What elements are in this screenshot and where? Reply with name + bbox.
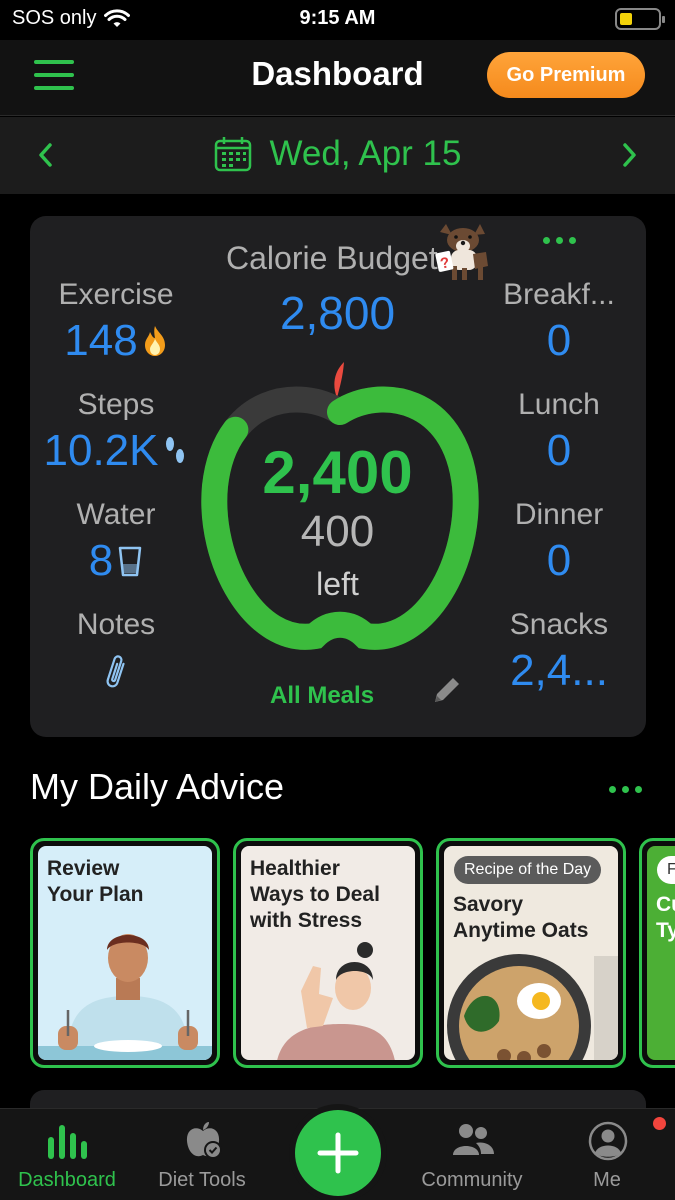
notes-label: Notes <box>76 608 156 641</box>
notification-dot <box>653 1117 666 1130</box>
people-icon <box>453 1124 494 1155</box>
calories-left-label: left <box>316 566 359 602</box>
date-navigator: Wed, Apr 15 <box>0 117 675 194</box>
dog-mascot-icon[interactable]: ? <box>432 222 492 284</box>
breakfast-stat[interactable]: Breakf... 0 <box>486 278 632 366</box>
advice-card-text: Review Your Plan <box>47 857 144 906</box>
advice-card-stress[interactable]: Healthier Ways to Deal with Stress <box>233 838 423 1068</box>
calorie-summary-card: Exercise 148 Steps 10.2K Water 8 Notes C… <box>30 216 646 737</box>
exercise-stat[interactable]: Exercise 148 <box>36 278 196 366</box>
pencil-icon[interactable] <box>429 672 465 708</box>
snacks-value: 2,4... <box>510 646 608 695</box>
glass-icon <box>118 546 142 577</box>
breakfast-value: 0 <box>546 316 572 365</box>
all-meals-link[interactable]: All Meals <box>270 682 374 710</box>
advice-card-text: Savory Anytime Oats <box>453 893 589 942</box>
steps-value: 10.2K <box>43 426 159 475</box>
tab-dashboard[interactable]: Dashboard <box>2 1109 132 1200</box>
plus-icon <box>317 1132 359 1174</box>
flame-icon <box>144 326 165 356</box>
lunch-value: 0 <box>546 426 572 475</box>
snacks-stat[interactable]: Snacks 2,4... <box>486 608 632 696</box>
tab-me[interactable]: Me <box>542 1109 672 1200</box>
lunch-label: Lunch <box>518 388 600 421</box>
dinner-stat[interactable]: Dinner 0 <box>486 498 632 586</box>
water-stat[interactable]: Water 8 <box>36 498 196 586</box>
recipe-of-day-badge: Recipe of the Day <box>454 856 602 884</box>
tab-label: Dashboard <box>18 1169 116 1191</box>
tab-diet-tools[interactable]: Diet Tools <box>137 1109 267 1200</box>
add-entry-button[interactable] <box>295 1110 381 1196</box>
chevron-right-icon[interactable] <box>609 135 649 175</box>
oats-bowl-photo <box>447 954 618 1060</box>
advice-card-text: Healthier Ways to Deal with Stress <box>250 857 380 932</box>
snacks-label: Snacks <box>509 608 609 641</box>
daily-advice-title: My Daily Advice <box>30 766 285 807</box>
status-bar: SOS only 9:15 AM <box>0 0 675 40</box>
date-selector[interactable]: Wed, Apr 15 <box>0 134 675 174</box>
notes-stat[interactable]: Notes <box>36 608 196 699</box>
calorie-budget-value[interactable]: 2,800 <box>210 286 465 340</box>
exercise-value: 148 <box>64 316 138 365</box>
battery-icon <box>615 8 665 30</box>
dinner-value: 0 <box>546 536 572 585</box>
tab-label: Diet Tools <box>158 1169 246 1191</box>
lunch-stat[interactable]: Lunch 0 <box>486 388 632 476</box>
dinner-label: Dinner <box>514 498 604 531</box>
steps-stat[interactable]: Steps 10.2K <box>36 388 196 476</box>
bar-chart-icon <box>48 1125 87 1159</box>
calorie-budget-label: Calorie Budget <box>226 240 438 276</box>
advice-card-review-plan[interactable]: Review Your Plan <box>30 838 220 1068</box>
advice-card-partial[interactable]: Fe Cu Ty <box>639 838 675 1068</box>
tab-community[interactable]: Community <box>407 1109 537 1200</box>
apple-check-icon <box>186 1122 222 1159</box>
exercise-label: Exercise <box>58 278 174 311</box>
breakfast-label: Breakf... <box>503 278 615 311</box>
tab-label: Me <box>593 1169 621 1191</box>
calories-eaten-value: 2,400 <box>262 439 413 506</box>
footsteps-icon <box>166 437 185 463</box>
advice-card-badge: Fe <box>657 856 675 884</box>
water-value: 8 <box>88 536 114 585</box>
paperclip-icon <box>106 655 125 688</box>
date-label: Wed, Apr 15 <box>269 134 462 173</box>
woman-stop-gesture-illustration <box>277 942 395 1060</box>
go-premium-button[interactable]: Go Premium <box>487 52 645 98</box>
tab-label: Community <box>421 1169 523 1191</box>
person-circle-icon <box>588 1121 628 1161</box>
advice-more-icon[interactable] <box>609 782 645 796</box>
advice-card-text: Cu Ty <box>656 893 675 942</box>
water-label: Water <box>76 498 156 531</box>
calories-left-value: 400 <box>300 507 375 556</box>
man-at-table-illustration <box>38 934 212 1060</box>
status-time: 9:15 AM <box>299 7 376 29</box>
nav-header: Dashboard Go Premium <box>0 40 675 116</box>
steps-label: Steps <box>77 388 155 421</box>
advice-card-recipe[interactable]: Recipe of the Day Savory Anytime Oats <box>436 838 626 1068</box>
card-more-icon[interactable] <box>543 230 577 250</box>
calendar-icon <box>214 137 251 172</box>
